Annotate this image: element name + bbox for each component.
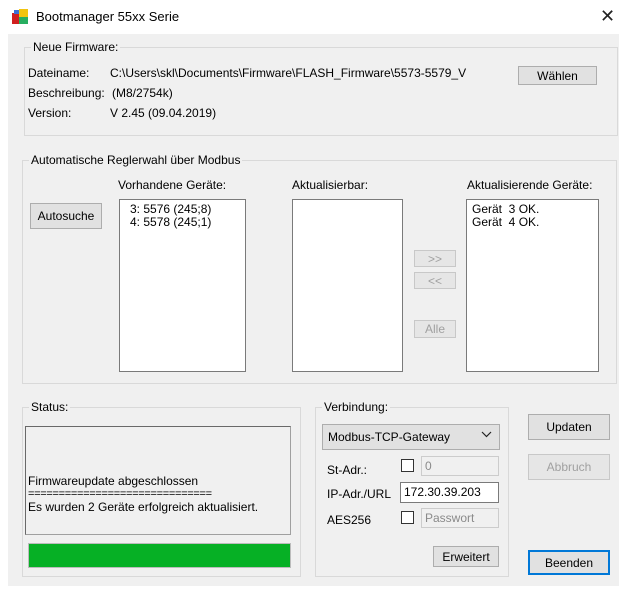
bootmanager-app-icon bbox=[12, 8, 29, 25]
autosearch-button[interactable]: Autosuche bbox=[30, 203, 102, 229]
select-all-button[interactable]: Alle bbox=[414, 320, 456, 338]
updating-devices-list[interactable]: Gerät 3 OK. Gerät 4 OK. bbox=[466, 199, 599, 372]
close-icon[interactable]: ✕ bbox=[600, 6, 615, 27]
list-item[interactable]: 4: 5578 (245;1) bbox=[124, 216, 241, 229]
list-item[interactable]: Gerät 4 OK. bbox=[471, 216, 594, 229]
ip-address-field[interactable]: 172.30.39.203 bbox=[400, 482, 499, 503]
available-devices-label: Vorhandene Geräte: bbox=[118, 178, 227, 192]
status-log: Firmwareupdate abgeschlossen ===========… bbox=[25, 426, 291, 535]
ip-address-label: IP-Adr./URL bbox=[327, 487, 392, 501]
progress-bar bbox=[28, 543, 291, 568]
connection-type-value: Modbus-TCP-Gateway bbox=[328, 430, 451, 444]
chevron-down-icon bbox=[481, 429, 492, 443]
updatable-devices-list[interactable] bbox=[292, 199, 403, 372]
filename-label: Dateiname: bbox=[28, 66, 90, 80]
choose-file-button[interactable]: Wählen bbox=[518, 66, 597, 85]
station-address-field[interactable]: 0 bbox=[421, 456, 499, 476]
filename-value: C:\Users\skl\Documents\Firmware\FLASH_Fi… bbox=[110, 66, 467, 80]
available-devices-list[interactable]: 3: 5576 (245;8) 4: 5578 (245;1) bbox=[119, 199, 246, 372]
abort-button[interactable]: Abbruch bbox=[528, 454, 610, 480]
move-left-button[interactable]: << bbox=[414, 272, 456, 289]
update-button[interactable]: Updaten bbox=[528, 414, 610, 440]
updatable-label: Aktualisierbar: bbox=[292, 178, 369, 192]
updating-devices-label: Aktualisierende Geräte: bbox=[467, 178, 593, 192]
description-value: (M8/2754k) bbox=[112, 86, 173, 100]
station-address-checkbox[interactable] bbox=[401, 459, 414, 472]
window-title: Bootmanager 55xx Serie bbox=[36, 9, 180, 24]
status-group-title: Status: bbox=[31, 400, 69, 414]
status-line: Firmwareupdate abgeschlossen bbox=[28, 474, 199, 488]
version-label: Version: bbox=[28, 106, 72, 120]
description-label: Beschreibung: bbox=[28, 86, 105, 100]
firmware-group-title: Neue Firmware: bbox=[33, 40, 119, 54]
password-field[interactable]: Passwort bbox=[421, 508, 499, 528]
station-address-label: St-Adr.: bbox=[327, 463, 368, 477]
version-value: V 2.45 (09.04.2019) bbox=[110, 106, 217, 120]
status-line: ============================== bbox=[28, 488, 212, 500]
extended-settings-button[interactable]: Erweitert bbox=[433, 546, 499, 567]
aes256-checkbox[interactable] bbox=[401, 511, 414, 524]
progress-fill bbox=[29, 544, 290, 567]
modbus-group-title: Automatische Reglerwahl über Modbus bbox=[31, 153, 241, 167]
connection-group-title: Verbindung: bbox=[324, 400, 389, 414]
move-right-button[interactable]: >> bbox=[414, 250, 456, 267]
exit-button[interactable]: Beenden bbox=[528, 550, 610, 575]
aes256-label: AES256 bbox=[327, 513, 372, 527]
status-line: Es wurden 2 Geräte erfolgreich aktualisi… bbox=[28, 500, 259, 514]
connection-type-select[interactable]: Modbus-TCP-Gateway bbox=[322, 424, 500, 450]
